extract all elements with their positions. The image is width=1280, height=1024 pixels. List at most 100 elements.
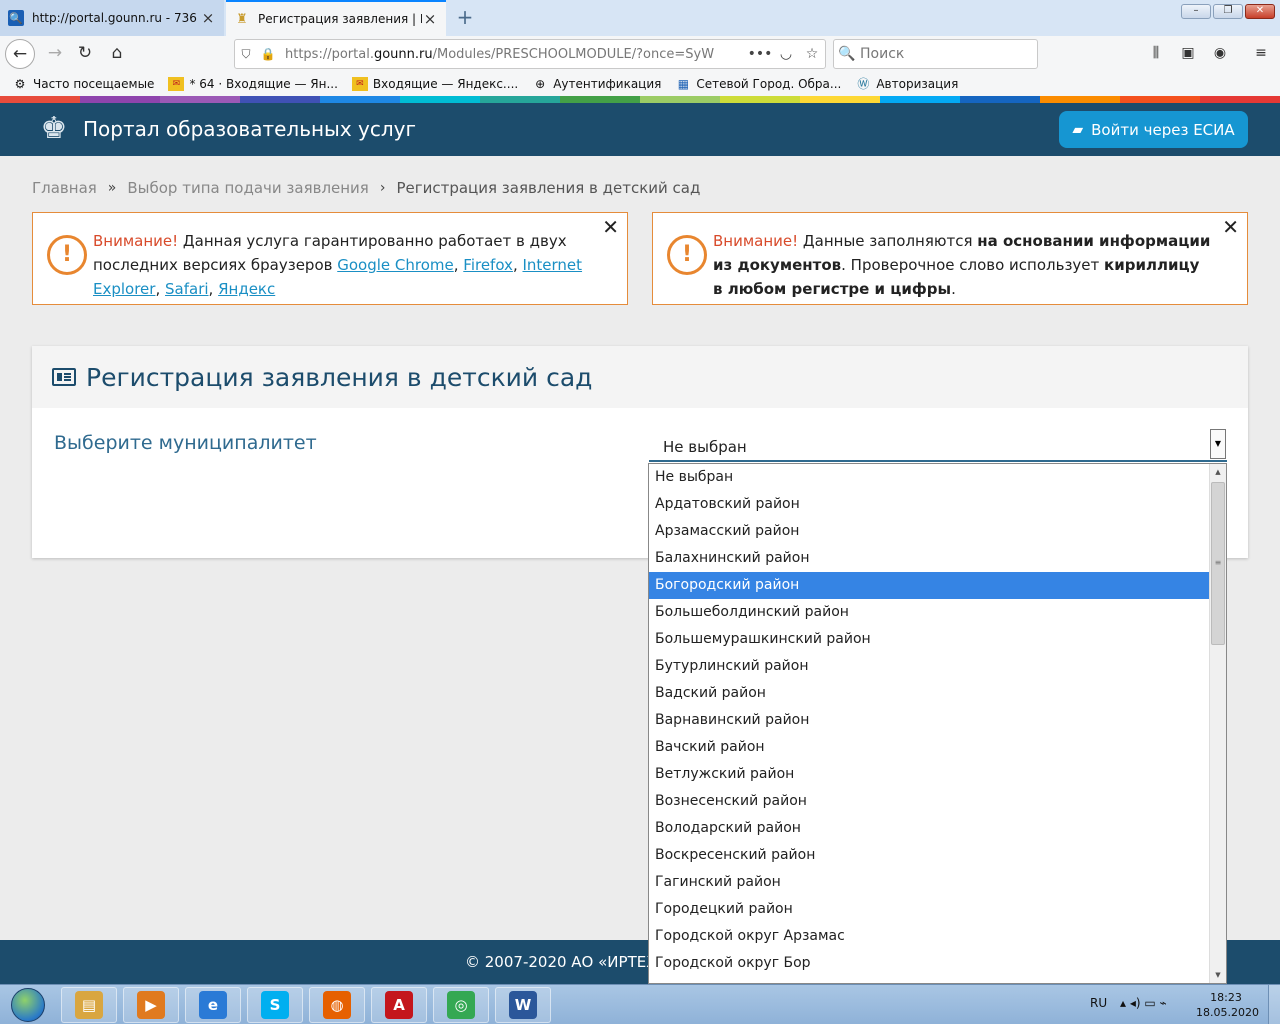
alert-warning-word: Внимание!	[713, 232, 799, 250]
scrollbar-thumb[interactable]: ≡	[1211, 482, 1225, 645]
browser-tab-portal[interactable]: 🔍 http://portal.gounn.ru - 736 ты ×	[0, 0, 224, 36]
rainbow-segment	[80, 96, 160, 103]
dropdown-option[interactable]: Балахнинский район	[649, 545, 1210, 572]
media-player-icon: ▶	[137, 991, 165, 1019]
tray-icons[interactable]: ▴ ◂) ▭ ⌁	[1120, 996, 1167, 1010]
rainbow-segment	[160, 96, 240, 103]
dropdown-option[interactable]: Вознесенский район	[649, 788, 1210, 815]
bookmark-network-city[interactable]: ▦ Сетевой Город. Обра...	[675, 77, 842, 91]
rainbow-segment	[480, 96, 560, 103]
dropdown-option[interactable]: Гагинский район	[649, 869, 1210, 896]
dropdown-option[interactable]: Бутурлинский район	[649, 653, 1210, 680]
dropdown-option[interactable]: Не выбран	[649, 464, 1210, 491]
language-indicator[interactable]: RU	[1090, 996, 1107, 1010]
taskbar-app-acrobat[interactable]: A	[371, 987, 427, 1023]
breadcrumb-step[interactable]: Выбор типа подачи заявления	[127, 179, 368, 197]
url-domain: gounn.ru	[373, 46, 433, 62]
dropdown-option[interactable]: Варнавинский район	[649, 707, 1210, 734]
menu-icon[interactable]: ≡	[1251, 45, 1271, 63]
alert-body: .	[951, 280, 956, 298]
page-actions-icon[interactable]: •••	[747, 46, 773, 62]
link-yandex[interactable]: Яндекс	[218, 280, 275, 298]
coat-of-arms-icon[interactable]: ♚	[32, 108, 76, 150]
dropdown-option[interactable]: Городецкий район	[649, 896, 1210, 923]
shield-icon[interactable]: ⛉	[235, 47, 257, 62]
taskbar-app-internet-explorer[interactable]: e	[185, 987, 241, 1023]
taskbar-app-explorer[interactable]: ▤	[61, 987, 117, 1023]
windows-logo-icon	[11, 988, 45, 1022]
close-icon[interactable]: ✕	[602, 215, 619, 239]
window-minimize-button[interactable]: –	[1181, 4, 1211, 19]
back-button[interactable]: ←	[5, 39, 35, 69]
dropdown-option[interactable]: Вачский район	[649, 734, 1210, 761]
search-bar[interactable]: 🔍 Поиск	[833, 39, 1038, 69]
close-icon[interactable]: ✕	[1222, 215, 1239, 239]
browser-tab-registration[interactable]: ♜ Регистрация заявления | Порт ×	[226, 0, 446, 36]
close-tab-icon[interactable]: ×	[200, 9, 216, 27]
gear-icon: ⚙	[14, 77, 26, 91]
taskbar-app-media-player[interactable]: ▶	[123, 987, 179, 1023]
municipality-dropdown[interactable]: Не выбран Ардатовский район Арзамасский ра…	[648, 463, 1227, 984]
breadcrumb-home[interactable]: Главная	[32, 179, 97, 197]
bookmark-authorization[interactable]: Ⓦ Авторизация	[855, 77, 958, 91]
dropdown-option[interactable]: Большемурашкинский район	[649, 626, 1210, 653]
dropdown-option[interactable]: Вадский район	[649, 680, 1210, 707]
dropdown-option[interactable]: Ардатовский район	[649, 491, 1210, 518]
dropdown-option[interactable]: Ветлужский район	[649, 761, 1210, 788]
bookmark-frequent[interactable]: ⚙ Часто посещаемые	[12, 77, 155, 91]
dropdown-option[interactable]: Арзамасский район	[649, 518, 1210, 545]
site-header: ♚ Портал образовательных услуг ▰ Войти ч…	[0, 103, 1280, 156]
taskbar-app-chrome[interactable]: ◎	[433, 987, 489, 1023]
clock[interactable]: 18:23 18.05.2020	[1196, 990, 1259, 1020]
scroll-up-icon[interactable]: ▲	[1210, 464, 1226, 480]
municipality-select[interactable]: Не выбран ▼	[649, 427, 1227, 462]
app-icon: ▦	[677, 77, 690, 91]
search-icon: 🔍	[8, 10, 24, 26]
taskbar-app-word[interactable]: W	[495, 987, 551, 1023]
globe-icon: ⊕	[535, 77, 546, 91]
search-placeholder: Поиск	[860, 46, 905, 62]
dropdown-option[interactable]: Городской округ Бор	[649, 950, 1210, 977]
forward-button[interactable]: →	[40, 39, 70, 69]
window-close-button[interactable]: ✕	[1245, 4, 1275, 19]
dropdown-option[interactable]: Воскресенский район	[649, 842, 1210, 869]
browser-navigation-bar: ← → ↻ ⌂ ⛉ 🔒 https://portal.gounn.ru/Modu…	[0, 36, 1280, 72]
chevron-down-icon[interactable]: ▼	[1210, 429, 1226, 459]
bookmark-star-icon[interactable]: ☆	[799, 46, 825, 62]
dropdown-option[interactable]: Богородский район	[649, 572, 1210, 599]
bookmark-auth[interactable]: ⊕ Аутентификация	[532, 77, 661, 91]
link-google-chrome[interactable]: Google Chrome	[337, 256, 454, 274]
link-safari[interactable]: Safari	[165, 280, 209, 298]
url-bar[interactable]: ⛉ 🔒 https://portal.gounn.ru/Modules/PRES…	[234, 39, 826, 69]
show-desktop-button[interactable]	[1268, 985, 1280, 1024]
account-icon[interactable]: ◉	[1210, 45, 1230, 63]
lock-icon[interactable]: 🔒	[257, 47, 279, 61]
scroll-down-icon[interactable]: ▼	[1210, 967, 1226, 983]
close-tab-icon[interactable]: ×	[422, 10, 438, 28]
esia-login-button[interactable]: ▰ Войти через ЕСИА	[1059, 111, 1248, 148]
site-title[interactable]: Портал образовательных услуг	[83, 117, 416, 141]
url-prefix: https://portal.	[285, 46, 374, 62]
bookmark-inbox-2[interactable]: ✉ Входящие — Яндекс....	[351, 77, 519, 91]
dropdown-option[interactable]: Большеболдинский район	[649, 599, 1210, 626]
dropdown-scrollbar[interactable]: ▲ ≡ ▼	[1209, 464, 1226, 983]
reload-button[interactable]: ↻	[70, 39, 100, 69]
library-icon[interactable]: ⫼	[1146, 45, 1166, 63]
new-tab-button[interactable]: +	[452, 5, 478, 31]
taskbar-app-skype[interactable]: S	[247, 987, 303, 1023]
bookmark-inbox-1[interactable]: ✉ * 64 · Входящие — Ян...	[168, 77, 338, 91]
home-button[interactable]: ⌂	[102, 39, 132, 69]
url-text[interactable]: https://portal.gounn.ru/Modules/PRESCHOO…	[285, 47, 747, 62]
link-firefox[interactable]: Firefox	[463, 256, 513, 274]
pocket-icon[interactable]: ◡	[773, 46, 799, 62]
taskbar-app-firefox[interactable]: ◍	[309, 987, 365, 1023]
dropdown-option[interactable]: Городской округ Арзамас	[649, 923, 1210, 950]
dropdown-option[interactable]: Володарский район	[649, 815, 1210, 842]
sidebar-icon[interactable]: ▣	[1178, 45, 1198, 63]
start-button[interactable]	[2, 985, 54, 1024]
word-icon: W	[509, 991, 537, 1019]
window-maximize-button[interactable]: ❐	[1213, 4, 1243, 19]
firefox-icon: ◍	[323, 991, 351, 1019]
rainbow-segment	[240, 96, 320, 103]
bookmark-label: Входящие — Яндекс....	[372, 77, 519, 91]
